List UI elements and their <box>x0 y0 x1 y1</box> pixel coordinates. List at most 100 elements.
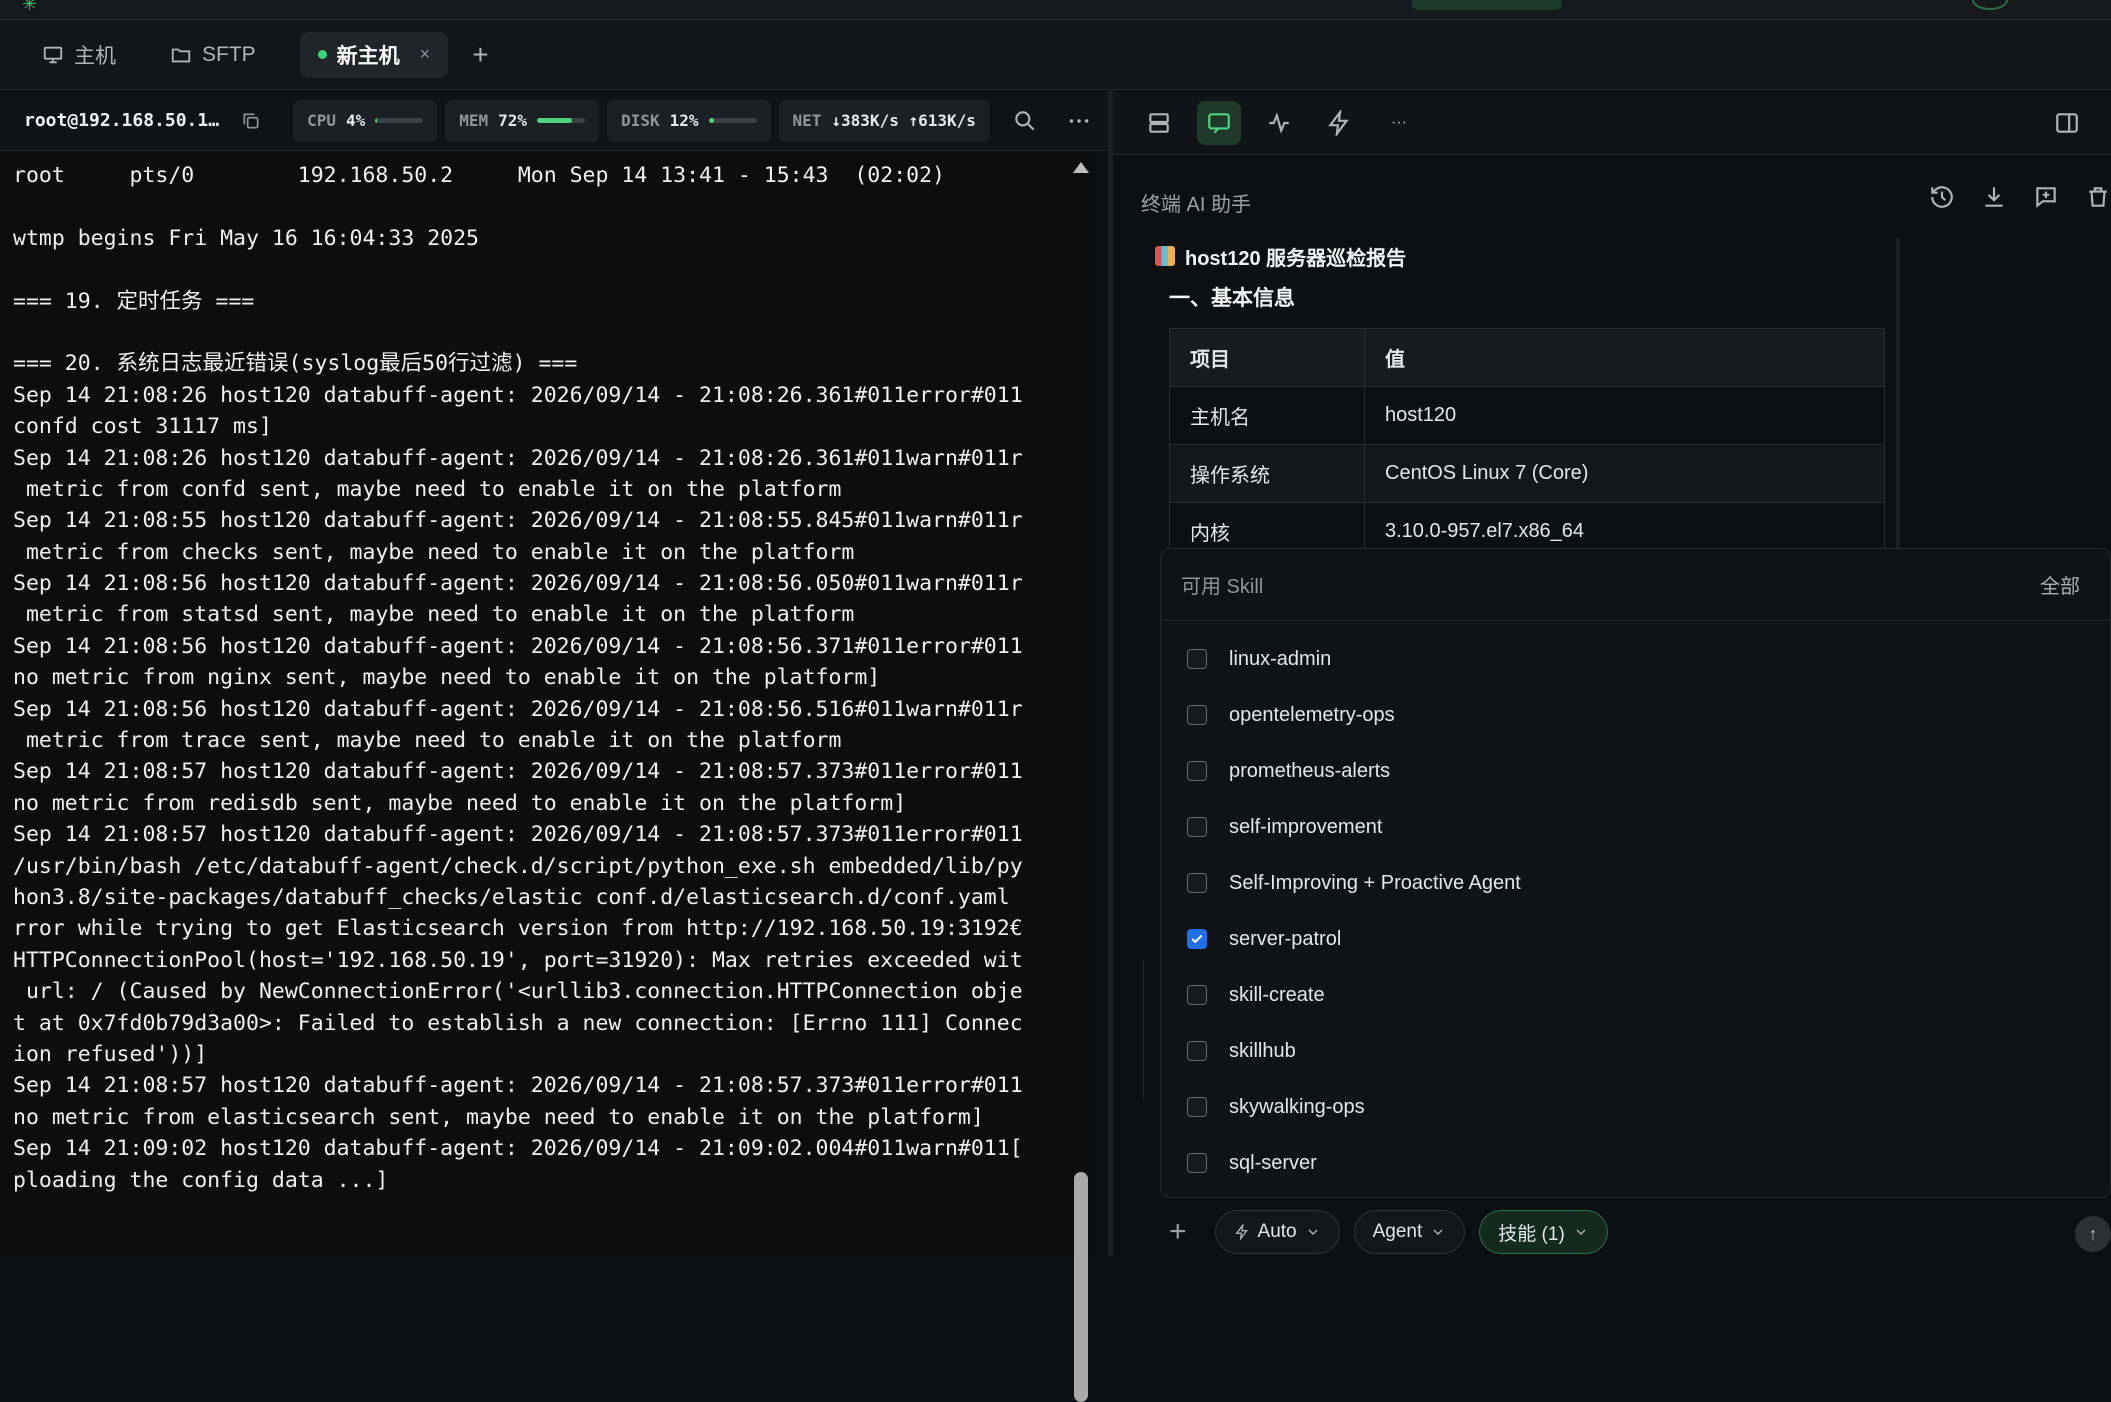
top-active-indicator <box>1412 0 1562 10</box>
layout-list-button[interactable] <box>1137 101 1181 145</box>
tab-sftp[interactable]: SFTP <box>160 32 266 78</box>
tab-hosts[interactable]: 主机 <box>32 32 126 78</box>
skill-checkbox[interactable] <box>1187 1041 1207 1061</box>
message-left-edge <box>1143 960 1159 1100</box>
tab-bar: 主机 SFTP 新主机 × + <box>0 20 2111 90</box>
more-icon[interactable] <box>1066 108 1092 134</box>
terminal-line: Sep 14 21:08:55 host120 databuff-agent: … <box>13 508 1023 534</box>
skill-checkbox[interactable] <box>1187 1097 1207 1117</box>
skill-item[interactable]: sql-server <box>1161 1135 2110 1191</box>
more-button[interactable]: ··· <box>1377 101 1421 145</box>
chat-icon <box>1208 112 1230 133</box>
terminal-scrollbar[interactable] <box>1068 152 1094 1402</box>
table-row: 操作系统 CentOS Linux 7 (Core) <box>1169 444 1885 503</box>
new-chat-icon[interactable] <box>2033 184 2059 210</box>
terminal-line: === 20. 系统日志最近错误(syslog最后50行过滤) === <box>13 351 578 377</box>
lightning-icon <box>1234 1224 1248 1240</box>
skill-item[interactable]: skill-create <box>1161 967 2110 1023</box>
table-cell: 内核 <box>1169 502 1365 548</box>
tab-new-host[interactable]: 新主机 × <box>299 31 449 78</box>
chat-button[interactable] <box>1197 100 1241 145</box>
lightning-button[interactable] <box>1317 101 1361 145</box>
terminal-line: root pts/0 192.168.50.2 Mon Sep 14 13:41… <box>13 163 945 188</box>
skill-item[interactable]: opentelemetry-ops <box>1161 687 2110 743</box>
skill-item[interactable]: linux-admin <box>1161 631 2110 687</box>
skill-checkbox[interactable] <box>1187 873 1207 893</box>
send-button[interactable]: ↑ <box>2075 1216 2111 1252</box>
ai-assistant-title: 终端 AI 助手 <box>1141 193 1252 216</box>
terminal-line: confd cost 31117 ms] <box>13 414 272 440</box>
terminal-line: metric from statsd sent, maybe need to e… <box>13 602 855 628</box>
skill-label: Self-Improving + Proactive Agent <box>1229 871 1521 894</box>
close-icon[interactable]: × <box>420 44 431 65</box>
column-header: 值 <box>1364 328 1885 387</box>
skill-label: skillhub <box>1229 1039 1296 1062</box>
terminal-line: Sep 14 21:08:57 host120 databuff-agent: … <box>13 822 1023 848</box>
skill-checkbox[interactable] <box>1187 929 1207 949</box>
terminal-line: t at 0x7fd0b79d3a00>: Failed to establis… <box>13 1010 1023 1036</box>
terminal-line: Sep 14 21:09:02 host120 databuff-agent: … <box>13 1136 1023 1162</box>
download-icon[interactable] <box>1981 184 2007 210</box>
skill-item[interactable]: skywalking-ops <box>1161 1079 2110 1135</box>
skill-checkbox[interactable] <box>1187 985 1207 1005</box>
terminal-line: === 19. 定时任务 === <box>13 288 255 314</box>
delete-icon[interactable] <box>2085 184 2111 210</box>
terminal-line: ploading the config data ...] <box>13 1167 389 1193</box>
scroll-up-icon[interactable] <box>1073 162 1089 173</box>
skill-picker-header: 可用 Skill 全部 <box>1161 549 2110 621</box>
auto-mode-dropdown[interactable]: Auto <box>1214 1210 1340 1254</box>
table-cell: 主机名 <box>1169 386 1365 445</box>
skill-checkbox[interactable] <box>1187 761 1207 781</box>
add-attachment-button[interactable]: + <box>1169 1215 1187 1249</box>
terminal-line: metric from trace sent, maybe need to en… <box>13 728 842 754</box>
layout-list-icon <box>1149 112 1169 133</box>
skills-dropdown[interactable]: 技能 (1) <box>1479 1210 1608 1254</box>
activity-button[interactable] <box>1257 101 1301 145</box>
chevron-down-icon <box>1576 1229 1586 1235</box>
cpu-chip: CPU 4% <box>293 99 438 142</box>
column-header: 项目 <box>1169 328 1365 387</box>
panel-divider[interactable] <box>1108 91 1113 1256</box>
copy-icon[interactable] <box>241 111 261 131</box>
skill-checkbox[interactable] <box>1187 649 1207 669</box>
skill-checkbox[interactable] <box>1187 817 1207 837</box>
agent-dropdown[interactable]: Agent <box>1353 1210 1466 1254</box>
window-top-strip: ✳ <box>0 0 2111 20</box>
terminal-line: Sep 14 21:08:56 host120 databuff-agent: … <box>13 696 1023 722</box>
select-all-button[interactable]: 全部 <box>2040 570 2080 599</box>
report-title: host120 服务器巡检报告 <box>1155 238 1900 274</box>
skill-item[interactable]: server-patrol <box>1161 911 2110 967</box>
skill-item[interactable]: prometheus-alerts <box>1161 743 2110 799</box>
sidebar-toggle-button[interactable] <box>2045 101 2089 145</box>
terminal-line: metric from checks sent, maybe need to e… <box>13 539 855 565</box>
terminal-output[interactable]: root pts/0 192.168.50.2 Mon Sep 14 13:41… <box>0 152 1066 1256</box>
scroll-thumb[interactable] <box>1074 1172 1088 1402</box>
skill-checkbox[interactable] <box>1187 1153 1207 1173</box>
terminal-line: no metric from nginx sent, maybe need to… <box>13 665 881 691</box>
mem-usage-bar <box>537 118 586 123</box>
skill-checkbox[interactable] <box>1187 705 1207 725</box>
skill-item[interactable]: Self-Improving + Proactive Agent <box>1161 855 2110 911</box>
tab-label: 新主机 <box>336 44 400 68</box>
section-title: 一、基本信息 <box>1169 287 1295 310</box>
activity-icon <box>1269 111 1289 134</box>
avatar[interactable] <box>1972 0 2008 10</box>
tab-label: 主机 <box>74 44 116 68</box>
terminal-line: rror while trying to get Elasticsearch v… <box>13 916 1023 942</box>
terminal-line: metric from confd sent, maybe need to en… <box>13 476 842 502</box>
table-cell: host120 <box>1364 386 1885 445</box>
bar-chart-icon <box>1155 246 1175 266</box>
skill-item[interactable]: self-improvement <box>1161 799 2110 855</box>
chevron-down-icon <box>1433 1229 1443 1235</box>
history-icon[interactable] <box>1929 184 1955 210</box>
net-chip: NET ↓383K/s ↑613K/s <box>778 99 990 142</box>
skill-label: skywalking-ops <box>1229 1095 1365 1118</box>
report-scrollbar[interactable] <box>1896 238 1900 548</box>
skill-item[interactable]: skillhub <box>1161 1023 2110 1079</box>
add-tab-button[interactable]: + <box>472 39 488 71</box>
table-row: 内核 3.10.0-957.el7.x86_64 <box>1169 502 1885 548</box>
search-icon[interactable] <box>1012 108 1038 134</box>
